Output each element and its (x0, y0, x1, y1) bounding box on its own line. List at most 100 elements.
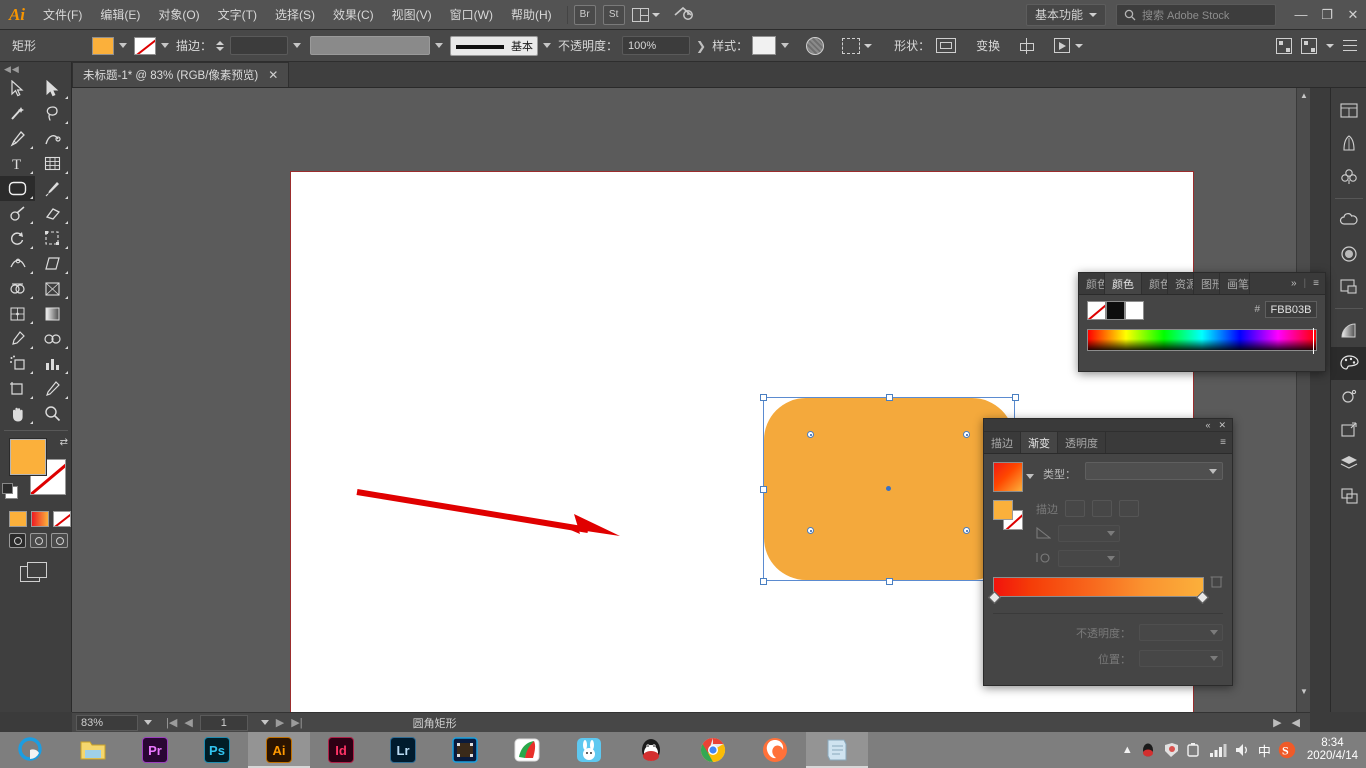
blend-tool[interactable] (35, 326, 70, 351)
first-artboard-icon[interactable]: |◀ (166, 716, 177, 729)
gradient-stop-start[interactable] (988, 591, 1001, 604)
menu-help[interactable]: 帮助(H) (502, 0, 561, 30)
stock-button[interactable]: St (602, 4, 625, 25)
type-tool[interactable]: T (0, 151, 35, 176)
opacity-field[interactable]: 100% (622, 36, 691, 55)
layers-icon[interactable] (1331, 446, 1366, 479)
corner-widget-bottom-left[interactable] (807, 527, 814, 534)
handle-middle-left[interactable] (760, 486, 767, 493)
overflow-icon[interactable]: » (1291, 278, 1297, 289)
tray-clock[interactable]: 8:34 2020/4/14 (1303, 737, 1358, 763)
swatch-none[interactable] (1087, 301, 1106, 320)
tab-brushes[interactable]: 画笔 (1220, 273, 1250, 294)
gradient-aspect-field[interactable] (1058, 550, 1120, 567)
close-button[interactable]: ✕ (1340, 0, 1366, 30)
restore-button[interactable]: ❐ (1314, 0, 1340, 30)
zoom-tool[interactable] (35, 401, 70, 426)
stock-search-input[interactable]: 搜索 Adobe Stock (1116, 3, 1276, 26)
arrange-panels-icon[interactable] (1276, 37, 1292, 54)
swatch-black[interactable] (1106, 301, 1125, 320)
stroke-weight-field[interactable] (230, 36, 289, 55)
brushes-icon[interactable] (1331, 127, 1366, 160)
appearance-icon[interactable] (1331, 380, 1366, 413)
corner-widget-top-left[interactable] (807, 431, 814, 438)
swap-fill-stroke-icon[interactable]: ⇄ (60, 437, 68, 448)
cloud-sync-icon[interactable] (672, 4, 694, 25)
normal-screen-mode-button[interactable] (9, 533, 26, 548)
taskbar-firefox-browser[interactable] (744, 732, 806, 768)
lasso-tool[interactable] (35, 101, 70, 126)
transform-label[interactable]: 变换 (976, 37, 1000, 54)
artboard-tool[interactable] (0, 376, 35, 401)
fill-dropdown-icon[interactable] (119, 43, 127, 48)
gradient-location-field[interactable] (1139, 650, 1223, 667)
gradient-panel[interactable]: « ✕ 描边 渐变 透明度 ≡ 类型： 描边 不透明度： 位置： (983, 418, 1233, 686)
gradient-dock-icon[interactable] (1331, 314, 1366, 347)
artboard-dropdown-icon[interactable] (260, 720, 269, 725)
hand-tool[interactable] (0, 401, 35, 426)
menu-effect[interactable]: 效果(C) (324, 0, 383, 30)
stroke-color-swatch[interactable] (134, 36, 156, 55)
document-setup-icon[interactable] (1301, 37, 1317, 54)
shape-options-icon[interactable] (936, 38, 957, 53)
curvature-tool[interactable] (35, 126, 70, 151)
variable-width-dropdown-icon[interactable] (435, 43, 444, 48)
tray-expand-icon[interactable]: ▲ (1122, 744, 1133, 756)
magic-wand-tool[interactable] (0, 101, 35, 126)
workspace-switcher[interactable]: 基本功能 (1025, 3, 1106, 26)
swatch-white[interactable] (1125, 301, 1144, 320)
handle-bottom-center[interactable] (886, 578, 893, 585)
handle-top-left[interactable] (760, 394, 767, 401)
taskbar-lightroom[interactable]: Lr (372, 732, 434, 768)
close-icon[interactable]: ✕ (268, 68, 278, 82)
tab-gradient[interactable]: 渐变 (1021, 432, 1058, 453)
close-icon[interactable]: ✕ (1218, 420, 1226, 431)
taskbar-media-player[interactable] (434, 732, 496, 768)
paintbrush-tool[interactable] (35, 176, 70, 201)
tab-graphic-styles[interactable]: 图形 (1194, 273, 1220, 294)
eyedropper-tool[interactable] (0, 326, 35, 351)
stroke-along-button[interactable] (1092, 500, 1112, 517)
menu-object[interactable]: 对象(O) (149, 0, 208, 30)
color-spectrum-bar[interactable] (1087, 328, 1317, 354)
corner-widget-bottom-right[interactable] (963, 527, 970, 534)
handle-top-center[interactable] (886, 394, 893, 401)
color-dock-icon[interactable] (1331, 347, 1366, 380)
chevron-down-icon[interactable] (864, 43, 873, 48)
tab-color-2[interactable]: 颜色 (1142, 273, 1168, 294)
selection-tool[interactable] (0, 76, 35, 101)
direct-selection-tool[interactable] (35, 76, 70, 101)
minimize-button[interactable]: — (1288, 0, 1314, 30)
gradient-type-select[interactable] (1085, 462, 1223, 480)
taskbar-rabbit-app[interactable] (558, 732, 620, 768)
gradient-stop-end[interactable] (1196, 591, 1209, 604)
line-segment-tool[interactable] (35, 151, 70, 176)
taskbar-edge-browser[interactable] (0, 732, 62, 768)
creative-cloud-icon[interactable] (1331, 204, 1366, 237)
full-screen-mode-button[interactable] (51, 533, 68, 548)
perspective-grid-tool[interactable] (35, 276, 70, 301)
menu-file[interactable]: 文件(F) (34, 0, 91, 30)
gradient-presets-dropdown-icon[interactable] (1026, 474, 1034, 479)
symbols-icon[interactable] (1331, 160, 1366, 193)
artboards-icon[interactable] (1331, 270, 1366, 303)
scroll-up-icon[interactable]: ▲ (1297, 88, 1310, 102)
stroke-weight-dropdown-icon[interactable] (293, 43, 302, 48)
slice-tool[interactable] (35, 376, 70, 401)
gradient-panel-titlebar[interactable]: « ✕ (984, 419, 1232, 432)
tab-color[interactable]: 颜色 (1105, 273, 1142, 294)
last-artboard-icon[interactable]: ▶| (291, 716, 302, 729)
menu-view[interactable]: 视图(V) (383, 0, 441, 30)
tray-ime-indicator[interactable]: 中 (1258, 741, 1271, 760)
taskbar-thunder-download[interactable] (496, 732, 558, 768)
none-mode-button[interactable] (53, 511, 71, 527)
taskbar-indesign[interactable]: Id (310, 732, 372, 768)
fill-color-swatch[interactable] (92, 36, 114, 55)
tab-color-guide[interactable]: 颜色参考 (1079, 273, 1105, 294)
free-transform-tool[interactable] (35, 251, 70, 276)
delete-stop-icon[interactable] (1210, 574, 1223, 591)
graphic-style-swatch[interactable] (752, 36, 777, 55)
status-prev-icon[interactable]: ◀ (1292, 716, 1300, 729)
symbol-sprayer-tool[interactable] (0, 351, 35, 376)
stroke-across-button[interactable] (1119, 500, 1139, 517)
